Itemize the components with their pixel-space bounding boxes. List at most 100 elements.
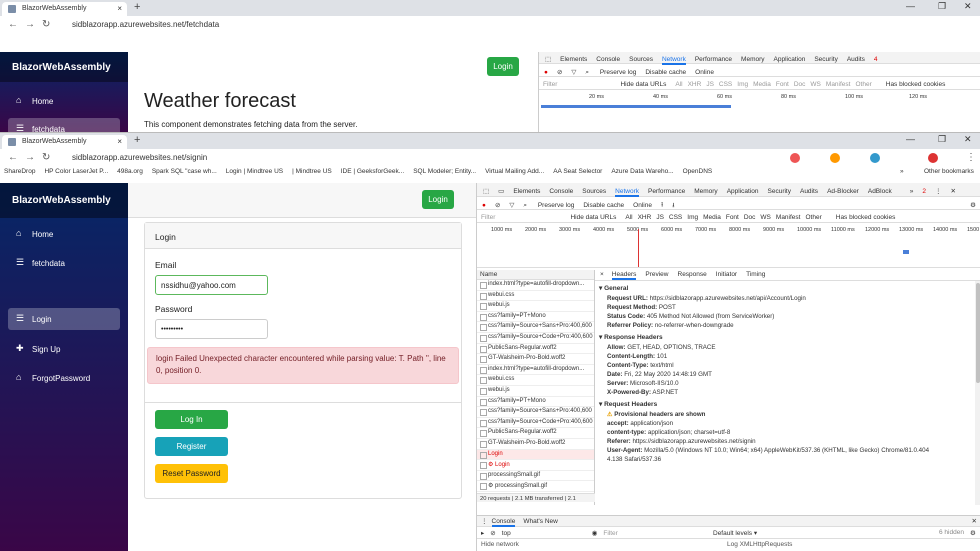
tab-sources[interactable]: Sources	[629, 56, 653, 63]
tab-adblock[interactable]: AdBlock	[868, 188, 892, 195]
type-filter-font[interactable]: Font	[726, 214, 739, 221]
error-badge[interactable]: 4	[874, 56, 878, 63]
request-row[interactable]: GT-Walsheim-Pro-Bold.woff2	[477, 354, 594, 365]
request-row[interactable]: PublicSans-Regular.woff2	[477, 428, 594, 439]
log-xhr-checkbox[interactable]: Log XMLHttpRequests	[727, 541, 792, 548]
inspect-icon[interactable]: ⬚	[483, 188, 489, 195]
devtools-menu-icon[interactable]: ⋮	[935, 188, 942, 195]
type-filter-css[interactable]: CSS	[719, 81, 732, 88]
new-tab-button[interactable]: +	[134, 1, 140, 13]
record-icon[interactable]: ●	[544, 69, 548, 76]
bookmark-item[interactable]: HP Color LaserJet P...	[44, 168, 108, 175]
request-row[interactable]: css?family=Source+Code+Pro:400,600	[477, 418, 594, 429]
console-filter-input[interactable]: Filter	[603, 530, 698, 537]
inspect-icon[interactable]: ⬚	[545, 56, 551, 63]
login-button[interactable]: Login	[422, 190, 454, 209]
tab-network[interactable]: Network	[661, 56, 686, 65]
tab-audits[interactable]: Audits	[847, 56, 865, 63]
nav-home[interactable]: ⌂ Home	[8, 90, 120, 112]
close-drawer-icon[interactable]: ✕	[972, 517, 977, 525]
hide-data-urls-checkbox[interactable]: Hide data URLs	[620, 81, 666, 88]
context-select[interactable]: top	[502, 530, 592, 537]
filter-icon[interactable]: ▽	[571, 69, 576, 76]
minimize-button[interactable]: —	[906, 1, 915, 11]
request-row[interactable]: PublicSans-Regular.woff2	[477, 344, 594, 355]
tab-elements[interactable]: Elements	[513, 188, 540, 195]
filter-icon[interactable]: ▽	[509, 202, 514, 209]
name-column-header[interactable]: Name	[477, 270, 594, 280]
register-button[interactable]: Register	[155, 437, 228, 456]
bookmark-item[interactable]: Virtual Mailing Add...	[485, 168, 544, 175]
nav-fetchdata[interactable]: ☰ fetchdata	[8, 118, 120, 132]
request-headers-section[interactable]: ▾ Request Headers	[595, 397, 980, 410]
request-row[interactable]: css?family=PT+Mono	[477, 397, 594, 408]
hide-network-checkbox[interactable]: Hide network	[481, 541, 519, 548]
email-field[interactable]: nssidhu@yahoo.com	[155, 275, 268, 295]
type-filter-css[interactable]: CSS	[669, 214, 682, 221]
tab-initiator[interactable]: Initiator	[716, 271, 737, 278]
bookmark-item[interactable]: Spark SQL "case wh...	[152, 168, 217, 175]
error-badge[interactable]: 2	[922, 188, 926, 195]
forward-icon[interactable]: →	[25, 19, 35, 30]
bookmark-item[interactable]: IDE | GeeksforGeek...	[341, 168, 404, 175]
clear-icon[interactable]: ⊘	[495, 202, 500, 209]
eye-icon[interactable]: ◉	[592, 530, 598, 537]
bookmark-item[interactable]: Login | Mindtree US	[226, 168, 283, 175]
other-bookmarks[interactable]: Other bookmarks	[924, 168, 974, 175]
type-filter-manifest[interactable]: Manifest	[776, 214, 801, 221]
levels-select[interactable]: Default levels ▾	[713, 529, 757, 537]
request-row[interactable]: index.html?type=autofill-dropdown...	[477, 365, 594, 376]
response-headers-section[interactable]: ▾ Response Headers	[595, 330, 980, 343]
request-row[interactable]: ⚙ processingSmall.gif	[477, 481, 594, 492]
tab-network[interactable]: Network	[615, 188, 639, 197]
minimize-button[interactable]: —	[906, 134, 915, 144]
search-icon[interactable]: ⌕	[585, 69, 589, 76]
device-icon[interactable]: ▭	[498, 188, 504, 195]
extension-icon[interactable]	[790, 153, 800, 163]
throttle-select[interactable]: Online	[633, 202, 652, 209]
request-row[interactable]: webui.js	[477, 301, 594, 312]
close-tab-icon[interactable]: ×	[117, 4, 122, 13]
type-filter-other[interactable]: Other	[855, 81, 871, 88]
close-devtools-icon[interactable]: ✕	[950, 188, 955, 195]
tab-security[interactable]: Security	[814, 56, 837, 63]
search-icon[interactable]: ⌕	[523, 202, 527, 209]
tab-memory[interactable]: Memory	[694, 188, 717, 195]
request-row[interactable]: webui.css	[477, 291, 594, 302]
forward-icon[interactable]: →	[25, 152, 35, 163]
detail-scrollbar[interactable]	[975, 281, 980, 505]
type-filter-font[interactable]: Font	[776, 81, 789, 88]
type-filter-ws[interactable]: WS	[810, 81, 820, 88]
type-filter-xhr[interactable]: XHR	[688, 81, 702, 88]
hide-data-urls-checkbox[interactable]: Hide data URLs	[570, 214, 616, 221]
nav-home[interactable]: ⌂ Home	[8, 223, 120, 245]
clear-icon[interactable]: ⊘	[557, 69, 562, 76]
tab-performance[interactable]: Performance	[695, 56, 732, 63]
request-row[interactable]: webui.js	[477, 386, 594, 397]
general-section[interactable]: ▾ General	[595, 281, 980, 294]
brand-title[interactable]: BlazorWebAssembly	[0, 52, 128, 82]
request-row[interactable]: css?family=PT+Mono	[477, 312, 594, 323]
tab-headers[interactable]: Headers	[611, 271, 637, 280]
reload-icon[interactable]: ↻	[42, 152, 50, 163]
close-window-button[interactable]: ✕	[964, 134, 972, 145]
export-icon[interactable]: ⭳	[672, 202, 674, 209]
tab-performance[interactable]: Performance	[648, 188, 685, 195]
filter-input[interactable]: Filter	[481, 214, 495, 221]
throttle-select[interactable]: Online	[695, 69, 714, 76]
disable-cache-checkbox[interactable]: Disable cache	[583, 202, 624, 209]
sidebar-toggle-icon[interactable]: ▸	[481, 530, 484, 537]
login-submit-button[interactable]: Log In	[155, 410, 228, 429]
request-row[interactable]: GT-Walsheim-Pro-Bold.woff2	[477, 439, 594, 450]
nav-fetchdata[interactable]: ☰ fetchdata	[8, 252, 120, 274]
record-icon[interactable]: ●	[482, 202, 486, 209]
type-filter-ws[interactable]: WS	[760, 214, 770, 221]
more-tabs-icon[interactable]: »	[910, 188, 914, 195]
brand-title[interactable]: BlazorWebAssembly	[0, 183, 128, 218]
reload-icon[interactable]: ↻	[42, 19, 50, 30]
request-row[interactable]: Login	[477, 449, 594, 461]
extension-icon[interactable]	[870, 153, 880, 163]
type-filter-js[interactable]: JS	[656, 214, 664, 221]
bookmark-item[interactable]: AA Seat Selector	[553, 168, 602, 175]
bookmark-item[interactable]: SQL Modeler; Entity...	[413, 168, 476, 175]
